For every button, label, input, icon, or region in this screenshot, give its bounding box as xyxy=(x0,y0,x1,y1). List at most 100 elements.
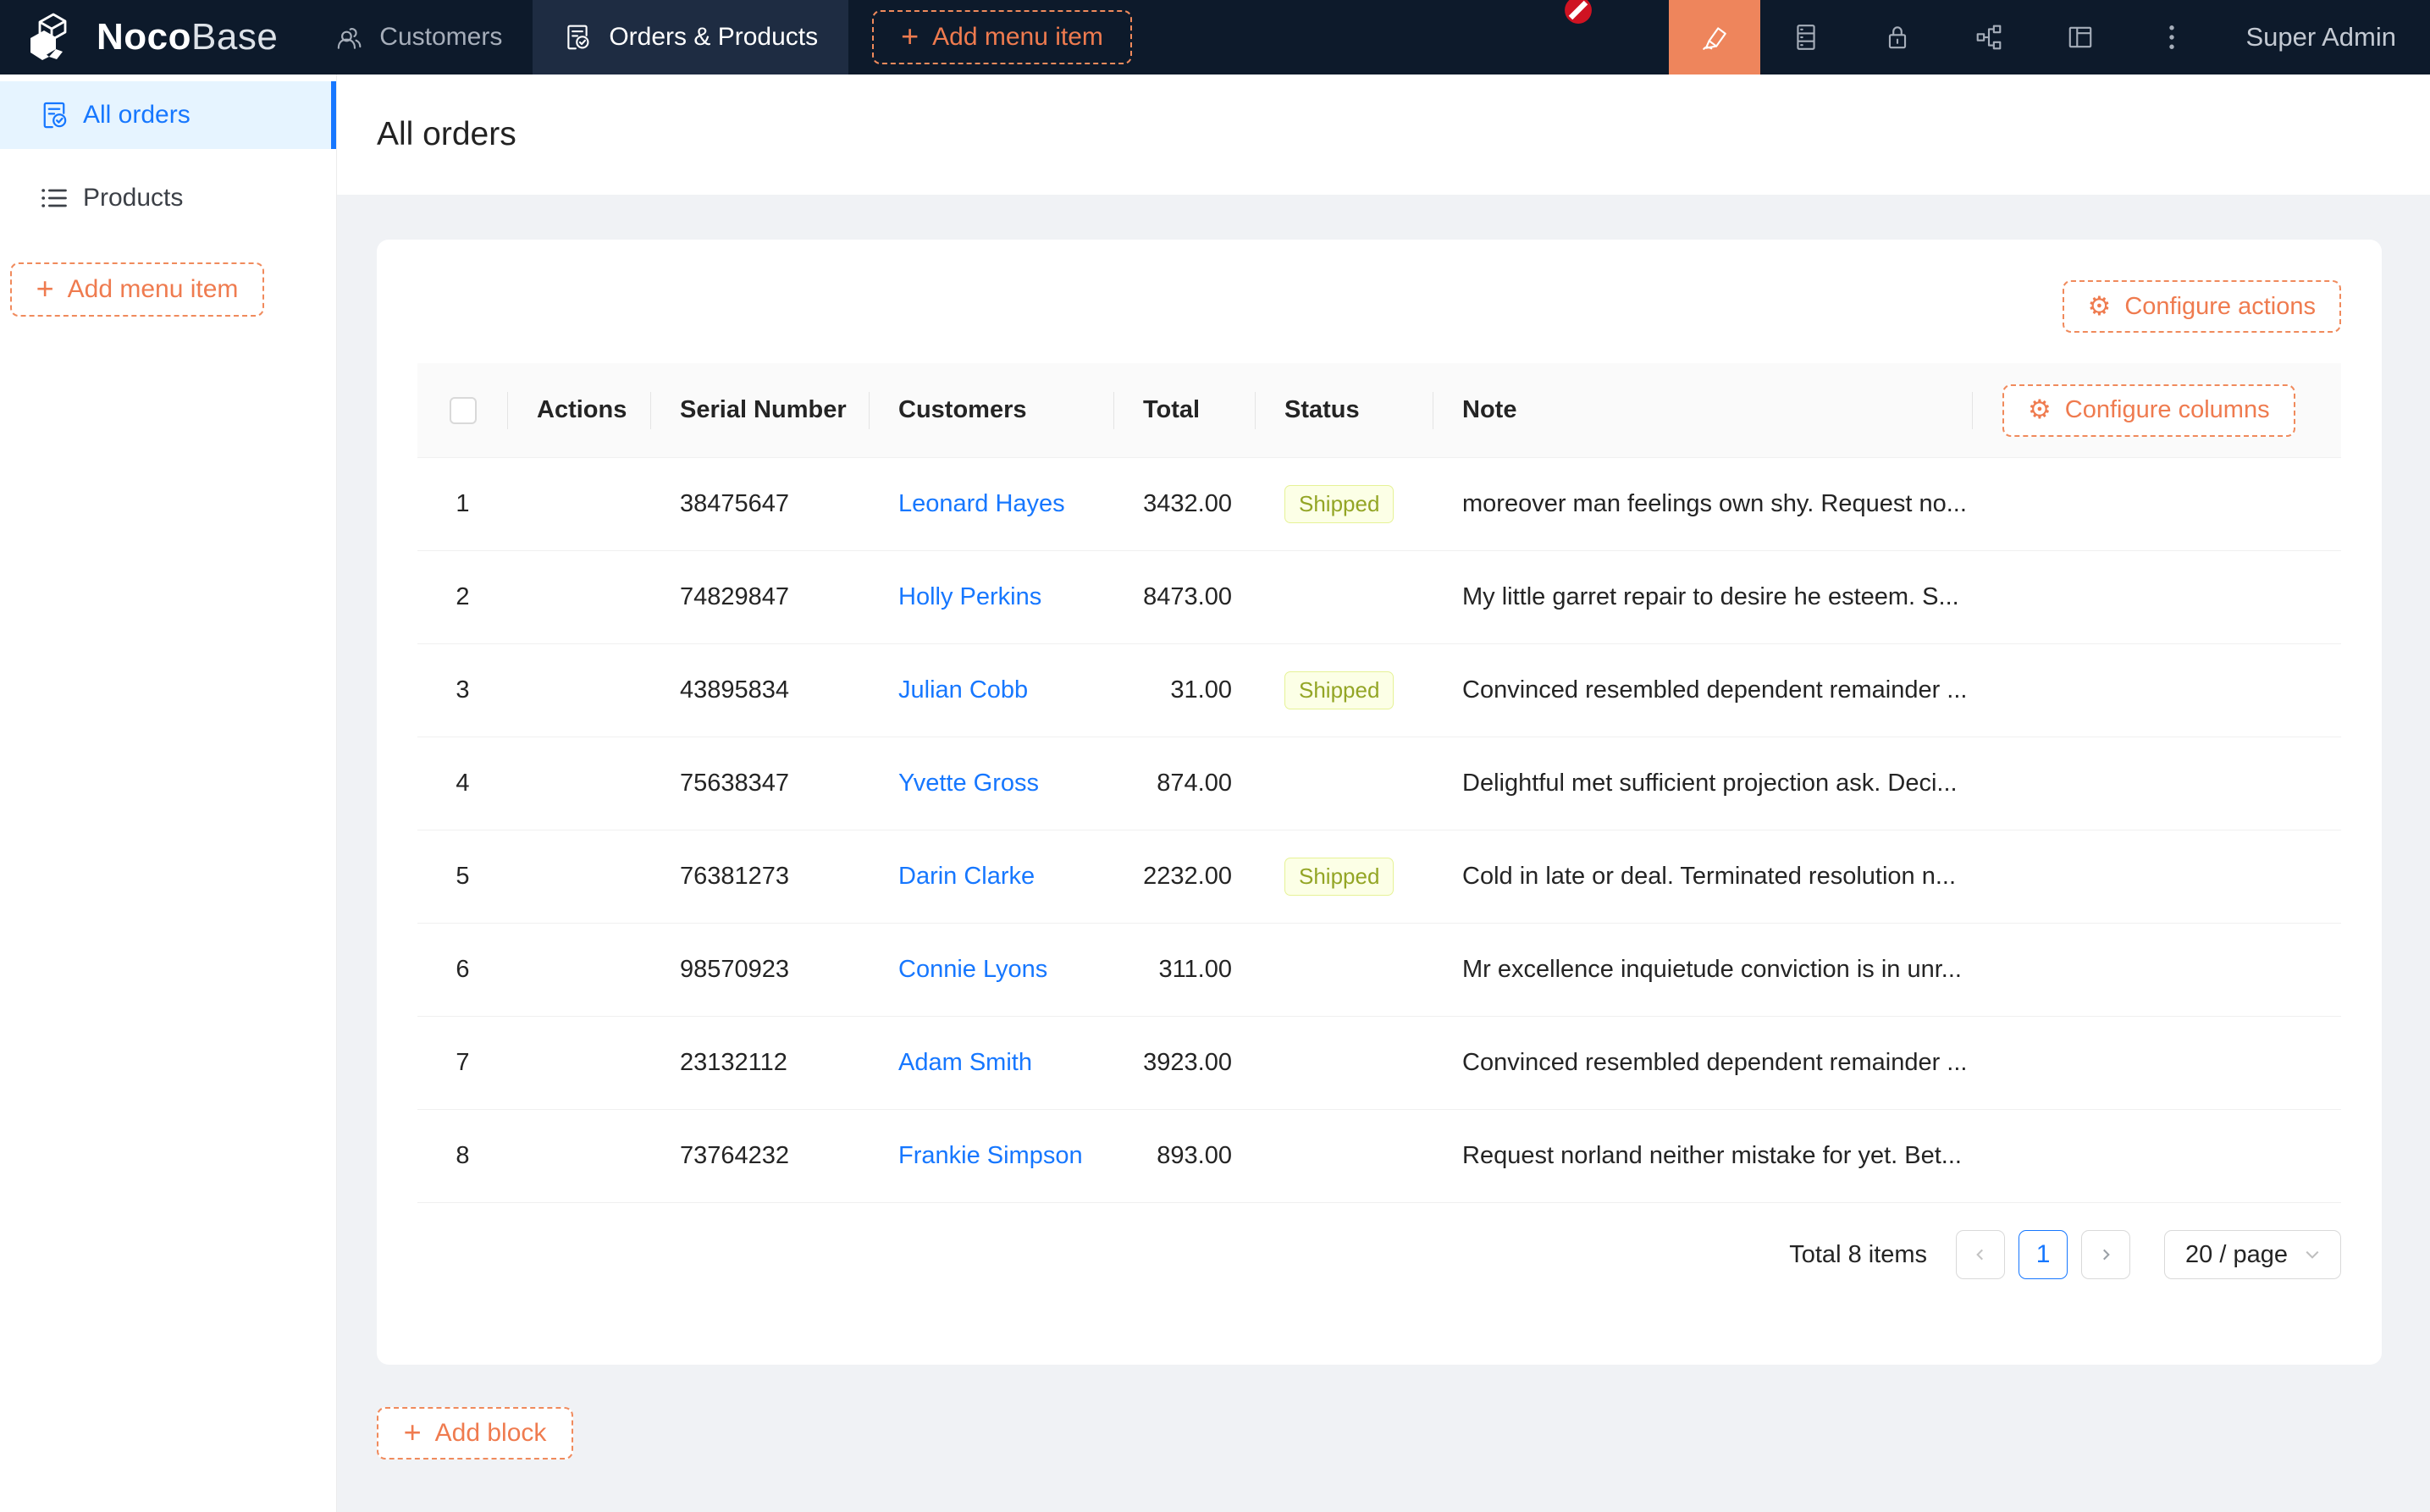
page-content: ⚙ Configure actions Actions Serial Numbe… xyxy=(337,195,2430,1460)
nav-tab-customers[interactable]: Customers xyxy=(303,0,533,74)
serial-number-cell: 76381273 xyxy=(651,830,870,923)
customer-link[interactable]: Adam Smith xyxy=(898,1049,1032,1077)
column-header-actions: Actions xyxy=(508,363,651,457)
chevron-right-icon xyxy=(2098,1247,2113,1262)
plugin-manager-button[interactable] xyxy=(1943,0,2035,74)
total-cell: 893.00 xyxy=(1114,1110,1256,1202)
row-trailing-cell xyxy=(1973,830,2341,923)
access-control-button[interactable] xyxy=(1852,0,1943,74)
row-index: 2 xyxy=(417,551,508,643)
row-actions-cell xyxy=(508,644,651,737)
row-trailing-cell xyxy=(1973,458,2341,550)
row-index: 3 xyxy=(417,644,508,737)
note-cell: Delightful met sufficient projection ask… xyxy=(1433,737,1973,830)
row-actions-cell xyxy=(508,924,651,1016)
sidebar-item-products[interactable]: Products xyxy=(0,164,336,232)
table-row: 6 98570923 Connie Lyons 311.00 Mr excell… xyxy=(417,924,2341,1017)
customer-link[interactable]: Yvette Gross xyxy=(898,770,1039,797)
configure-columns-button[interactable]: ⚙ Configure columns xyxy=(2002,384,2295,437)
total-cell: 2232.00 xyxy=(1114,830,1256,923)
order-doc-icon xyxy=(39,100,69,130)
add-menu-item-button-sidebar[interactable]: + Add menu item xyxy=(10,262,264,317)
row-actions-cell xyxy=(508,737,651,830)
row-trailing-cell xyxy=(1973,924,2341,1016)
serial-number-cell: 98570923 xyxy=(651,924,870,1016)
status-badge: Shipped xyxy=(1284,671,1394,709)
row-index: 5 xyxy=(417,830,508,923)
customer-link[interactable]: Frankie Simpson xyxy=(898,1142,1083,1170)
data-sources-button[interactable] xyxy=(1760,0,1852,74)
row-trailing-cell xyxy=(1973,644,2341,737)
customer-link[interactable]: Connie Lyons xyxy=(898,956,1047,984)
total-cell: 8473.00 xyxy=(1114,551,1256,643)
plus-icon: + xyxy=(901,21,919,52)
serial-number-cell: 23132112 xyxy=(651,1017,870,1109)
more-button[interactable] xyxy=(2126,0,2217,74)
page-size-select[interactable]: 20 / page xyxy=(2164,1230,2341,1279)
highlighter-icon xyxy=(1699,22,1730,52)
ui-editor-button[interactable] xyxy=(1669,0,1760,74)
nav-tab-label: Orders & Products xyxy=(609,23,818,52)
top-navbar: NocoBase Customers Orders & Products + A… xyxy=(0,0,2430,74)
chevron-left-icon xyxy=(1973,1247,1988,1262)
previous-page-button[interactable] xyxy=(1956,1230,2005,1279)
nav-tab-orders-products[interactable]: Orders & Products xyxy=(533,0,848,74)
row-actions-cell xyxy=(508,1017,651,1109)
nav-tab-label: Customers xyxy=(379,23,502,52)
add-block-button[interactable]: + Add block xyxy=(377,1407,573,1460)
row-trailing-cell xyxy=(1973,737,2341,830)
plugin-icon xyxy=(1974,23,2003,52)
plus-icon: + xyxy=(36,273,54,304)
customer-link[interactable]: Holly Perkins xyxy=(898,583,1041,611)
pagination-total: Total 8 items xyxy=(1789,1241,1927,1269)
row-index: 7 xyxy=(417,1017,508,1109)
table-row: 2 74829847 Holly Perkins 8473.00 My litt… xyxy=(417,551,2341,644)
note-cell: Cold in late or deal. Terminated resolut… xyxy=(1433,830,1973,923)
serial-number-cell: 75638347 xyxy=(651,737,870,830)
not-allowed-cursor-icon xyxy=(1564,0,1593,25)
gear-icon: ⚙ xyxy=(2088,294,2112,320)
total-cell: 3923.00 xyxy=(1114,1017,1256,1109)
page-title: All orders xyxy=(377,116,516,153)
order-doc-icon xyxy=(563,23,592,52)
chevron-down-icon xyxy=(2305,1250,2320,1260)
settings-center-button[interactable] xyxy=(2035,0,2126,74)
table-row: 1 38475647 Leonard Hayes 3432.00 Shipped… xyxy=(417,458,2341,551)
page-header: All orders xyxy=(337,74,2430,195)
table-header-row: Actions Serial Number Customers Total St… xyxy=(417,363,2341,458)
table-row: 4 75638347 Yvette Gross 874.00 Delightfu… xyxy=(417,737,2341,830)
user-menu[interactable]: Super Admin xyxy=(2217,0,2430,74)
total-cell: 874.00 xyxy=(1114,737,1256,830)
customer-link[interactable]: Julian Cobb xyxy=(898,676,1028,704)
table-body: 1 38475647 Leonard Hayes 3432.00 Shipped… xyxy=(417,458,2341,1203)
row-actions-cell xyxy=(508,1110,651,1202)
sidebar-item-label: Products xyxy=(83,184,183,212)
table-row: 7 23132112 Adam Smith 3923.00 Convinced … xyxy=(417,1017,2341,1110)
row-trailing-cell xyxy=(1973,551,2341,643)
note-cell: My little garret repair to desire he est… xyxy=(1433,551,1973,643)
status-badge: Shipped xyxy=(1284,485,1394,523)
add-menu-item-button-navbar[interactable]: + Add menu item xyxy=(872,10,1132,64)
select-all-checkbox[interactable] xyxy=(450,397,477,424)
page-number-button[interactable]: 1 xyxy=(2019,1230,2068,1279)
row-actions-cell xyxy=(508,830,651,923)
users-icon xyxy=(334,23,362,52)
total-cell: 311.00 xyxy=(1114,924,1256,1016)
next-page-button[interactable] xyxy=(2081,1230,2130,1279)
serial-number-cell: 73764232 xyxy=(651,1110,870,1202)
row-index: 8 xyxy=(417,1110,508,1202)
customer-link[interactable]: Leonard Hayes xyxy=(898,490,1065,518)
sidebar: All orders Products + Add menu item xyxy=(0,74,337,1512)
sidebar-item-label: All orders xyxy=(83,101,191,130)
note-cell: Convinced resembled dependent remainder … xyxy=(1433,644,1973,737)
configure-actions-button[interactable]: ⚙ Configure actions xyxy=(2063,280,2341,333)
customer-link[interactable]: Darin Clarke xyxy=(898,863,1035,891)
serial-number-cell: 38475647 xyxy=(651,458,870,550)
orders-table-block: ⚙ Configure actions Actions Serial Numbe… xyxy=(377,240,2382,1365)
sidebar-item-all-orders[interactable]: All orders xyxy=(0,81,336,149)
gear-icon: ⚙ xyxy=(2028,397,2052,423)
column-header-serial-number: Serial Number xyxy=(651,363,870,457)
nocobase-logo: NocoBase xyxy=(0,0,303,74)
row-index: 6 xyxy=(417,924,508,1016)
table-row: 3 43895834 Julian Cobb 31.00 Shipped Con… xyxy=(417,644,2341,737)
